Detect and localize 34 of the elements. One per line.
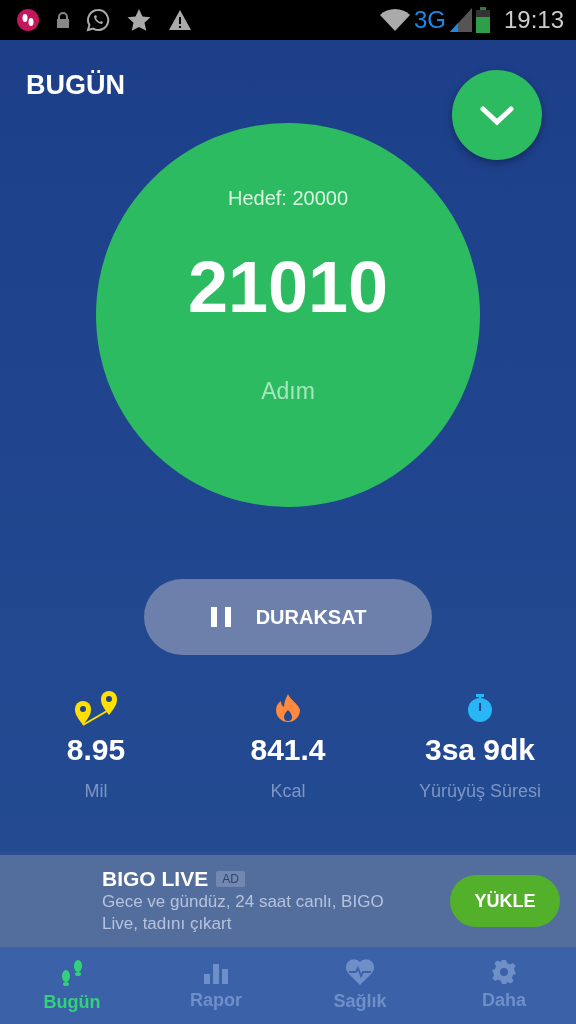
clock: 19:13 xyxy=(503,6,564,34)
goal-label: Hedef: 20000 xyxy=(227,187,349,210)
heart-pulse-icon xyxy=(345,959,375,985)
stat-label: Kcal xyxy=(270,781,306,802)
ad-title: BIGO LIVE xyxy=(102,867,209,891)
chevron-down-icon xyxy=(477,103,517,127)
pause-icon xyxy=(209,606,232,628)
star-icon xyxy=(126,8,152,32)
signal-icon xyxy=(449,8,472,32)
app-icon xyxy=(16,8,40,32)
wifi-icon xyxy=(379,9,410,31)
battery-icon xyxy=(475,7,490,33)
nav-tab[interactable]: Bugün xyxy=(0,947,144,1024)
stat-label: Yürüyüş Süresi xyxy=(418,781,542,802)
footprints-icon xyxy=(59,958,85,986)
step-count: 21010 xyxy=(187,246,389,328)
ad-description: Gece ve gündüz, 24 saat canlı, BIGO Live, tadını çıkart xyxy=(102,891,385,935)
ad-banner[interactable]: BIGO LIVE AD Gece ve gündüz, 24 saat canlı, BIGO Live, tadını çıkart YÜKLE xyxy=(0,852,576,947)
pause-button[interactable]: DURAKSAT xyxy=(144,579,432,655)
stat-value: 8.95 xyxy=(66,733,126,767)
warning-icon xyxy=(168,9,192,31)
settings-icon xyxy=(492,960,516,984)
dropdown-button[interactable] xyxy=(452,70,542,160)
ad-badge: AD xyxy=(216,871,245,887)
step-unit: Adım xyxy=(261,378,315,405)
stat-label: Mil xyxy=(84,781,108,802)
lock-icon xyxy=(56,12,70,28)
install-button[interactable]: YÜKLE xyxy=(450,875,560,927)
chat-icon xyxy=(86,8,110,32)
network-type: 3G xyxy=(413,6,446,34)
page-title: BUGÜN xyxy=(26,70,125,101)
stat-value: 3sa 9dk xyxy=(424,733,536,767)
route-pins-icon xyxy=(75,689,117,727)
stat-value: 841.4 xyxy=(250,733,326,767)
